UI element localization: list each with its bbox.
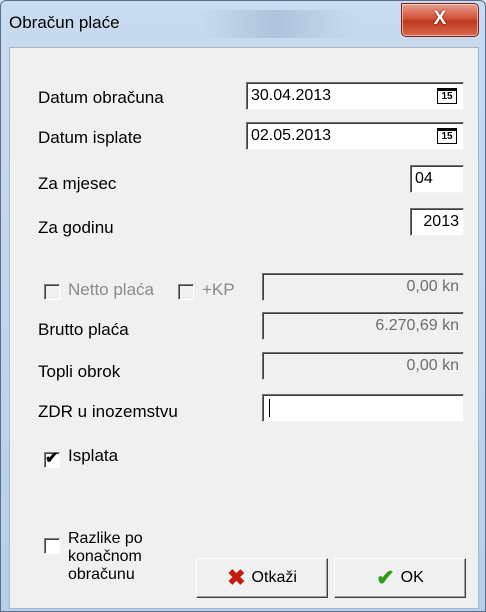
- dialog-body: Datum obračuna 30.04.2013 15 Datum ispla…: [9, 47, 479, 609]
- datum-obracuna-field[interactable]: 30.04.2013 15: [246, 82, 464, 110]
- razlike-label-line2: konačnom: [68, 548, 142, 565]
- brutto-placa-label: Brutto plaća: [38, 320, 129, 339]
- za-godinu-label: Za godinu: [38, 218, 114, 237]
- cancel-button[interactable]: ✖ Otkaži: [196, 558, 328, 598]
- razlike-label-line3: obračunu: [68, 566, 135, 583]
- checkmark-icon: ✔: [376, 565, 395, 590]
- isplata-label: Isplata: [68, 446, 119, 465]
- datum-obracuna-value: 30.04.2013: [251, 87, 332, 104]
- topli-obrok-field[interactable]: 0,00 kn: [262, 352, 464, 380]
- netto-placa-field[interactable]: 0,00 kn: [262, 273, 464, 301]
- netto-placa-checkbox[interactable]: [44, 284, 60, 300]
- topli-obrok-label: Topli obrok: [38, 362, 121, 381]
- checkmark-icon: ✔: [45, 450, 59, 467]
- za-mjesec-value: 04: [415, 170, 433, 187]
- window-title: Obračun plaće: [9, 13, 120, 32]
- kp-label: +KP: [202, 280, 235, 299]
- isplata-checkbox[interactable]: ✔: [44, 450, 60, 468]
- datum-obracuna-label: Datum obračuna: [38, 88, 164, 107]
- zdr-label: ZDR u inozemstvu: [38, 402, 178, 421]
- datum-isplate-field[interactable]: 02.05.2013 15: [246, 122, 464, 150]
- kp-checkbox[interactable]: [178, 284, 194, 300]
- datum-isplate-label: Datum isplate: [38, 128, 142, 147]
- title-bar[interactable]: Obračun plaće X: [1, 1, 485, 47]
- za-mjesec-label: Za mjesec: [38, 174, 117, 193]
- title-bar-background-blur: [197, 10, 357, 38]
- brutto-placa-value: 6.270,69 kn: [375, 317, 459, 334]
- text-cursor: [269, 399, 270, 417]
- ok-button-label: OK: [400, 569, 424, 586]
- netto-placa-label: Netto plaća: [68, 280, 154, 299]
- zdr-field[interactable]: [262, 394, 464, 422]
- datum-isplate-value: 02.05.2013: [251, 127, 332, 144]
- calendar-icon[interactable]: 15: [437, 128, 457, 144]
- za-mjesec-field[interactable]: 04: [410, 165, 464, 193]
- close-button[interactable]: X: [401, 3, 479, 37]
- topli-obrok-value: 0,00 kn: [406, 357, 459, 374]
- za-godinu-value: 2013: [423, 213, 459, 230]
- za-godinu-field[interactable]: 2013: [410, 208, 464, 236]
- razlike-checkbox[interactable]: [44, 538, 60, 554]
- razlike-label: Razlike po konačnom obračunu: [68, 530, 143, 584]
- cancel-x-icon: ✖: [227, 565, 246, 590]
- netto-placa-value: 0,00 kn: [406, 278, 459, 295]
- razlike-label-line1: Razlike po: [68, 530, 143, 547]
- cancel-button-label: Otkaži: [251, 569, 297, 586]
- dialog-window: Obračun plaće X Datum obračuna 30.04.201…: [0, 0, 486, 612]
- brutto-placa-field[interactable]: 6.270,69 kn: [262, 312, 464, 340]
- calendar-icon[interactable]: 15: [437, 88, 457, 104]
- ok-button[interactable]: ✔ OK: [334, 558, 466, 598]
- close-icon: X: [433, 8, 447, 29]
